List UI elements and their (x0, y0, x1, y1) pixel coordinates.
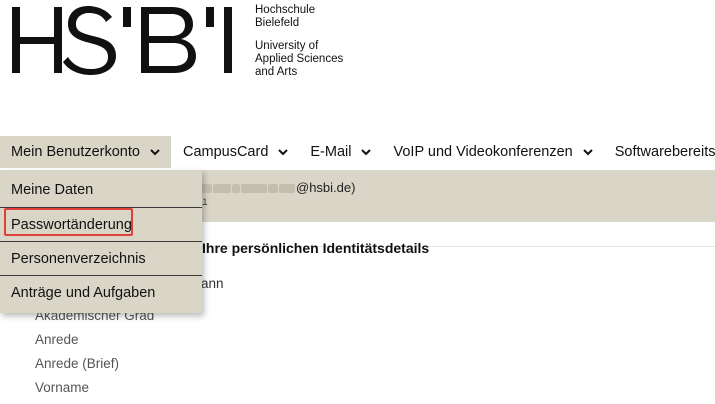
field-label-anrede: Anrede (35, 332, 79, 347)
nav-item-label: CampusCard (182, 144, 269, 160)
nav-item-label: E-Mail (310, 144, 352, 160)
email-suffix: @hsbi.de) (296, 180, 356, 195)
hsbi-logo[interactable] (10, 5, 235, 75)
institution-line: Bielefeld (255, 17, 300, 29)
chevron-down-icon (150, 149, 160, 156)
menu-item-personenverzeichnis[interactable]: Personenverzeichnis (0, 242, 202, 275)
redacted-text (268, 184, 278, 194)
field-label-anrede-brief: Anrede (Brief) (35, 356, 120, 371)
institution-line: University of (255, 40, 319, 52)
redacted-text (279, 184, 295, 194)
chevron-down-icon (361, 149, 372, 156)
nav-item-mein-benutzerkonto[interactable]: Mein Benutzerkonto (0, 136, 171, 168)
main-navigation: Mein Benutzerkonto CampusCard E-Mail VoI… (0, 136, 715, 168)
menu-item-label: Anträge und Aufgaben (11, 284, 156, 301)
nav-item-campuscard[interactable]: CampusCard (171, 136, 299, 168)
menu-item-meine-daten[interactable]: Meine Daten (0, 173, 202, 206)
institution-line: Applied Sciences (255, 53, 344, 65)
institution-name: Hochschule Bielefeld University of Appli… (255, 4, 343, 79)
section-title: Ihre persönlichen Identitätsdetails (202, 240, 430, 256)
menu-item-antraege-und-aufgaben[interactable]: Anträge und Aufgaben (0, 276, 202, 309)
institution-line: Hochschule (255, 4, 316, 16)
highlight-box (4, 208, 133, 236)
nav-item-voip[interactable]: VoIP und Videokonferenzen (382, 136, 603, 168)
field-value-partial: ann (201, 276, 224, 291)
menu-item-label: Personenverzeichnis (11, 250, 146, 267)
redacted-text (213, 184, 231, 194)
nav-item-label: Softwarebereitstellu (614, 144, 715, 160)
redacted-text (232, 184, 240, 194)
account-dropdown-menu: Meine Daten Passwortänderung Personenver… (0, 170, 202, 313)
chevron-down-icon (278, 149, 289, 156)
nav-item-label: Mein Benutzerkonto (11, 144, 140, 160)
chevron-down-icon (583, 149, 593, 156)
nav-item-label: VoIP und Videokonferenzen (393, 144, 573, 160)
nav-item-softwarebereitstellung[interactable]: Softwarebereitstellu (604, 136, 715, 168)
institution-line: and Arts (255, 66, 298, 78)
menu-item-label: Meine Daten (11, 181, 94, 198)
redacted-text (241, 184, 267, 194)
nav-item-email[interactable]: E-Mail (299, 136, 382, 168)
account-email: @hsbi.de) (198, 180, 355, 195)
field-label-vorname: Vorname (35, 380, 90, 395)
